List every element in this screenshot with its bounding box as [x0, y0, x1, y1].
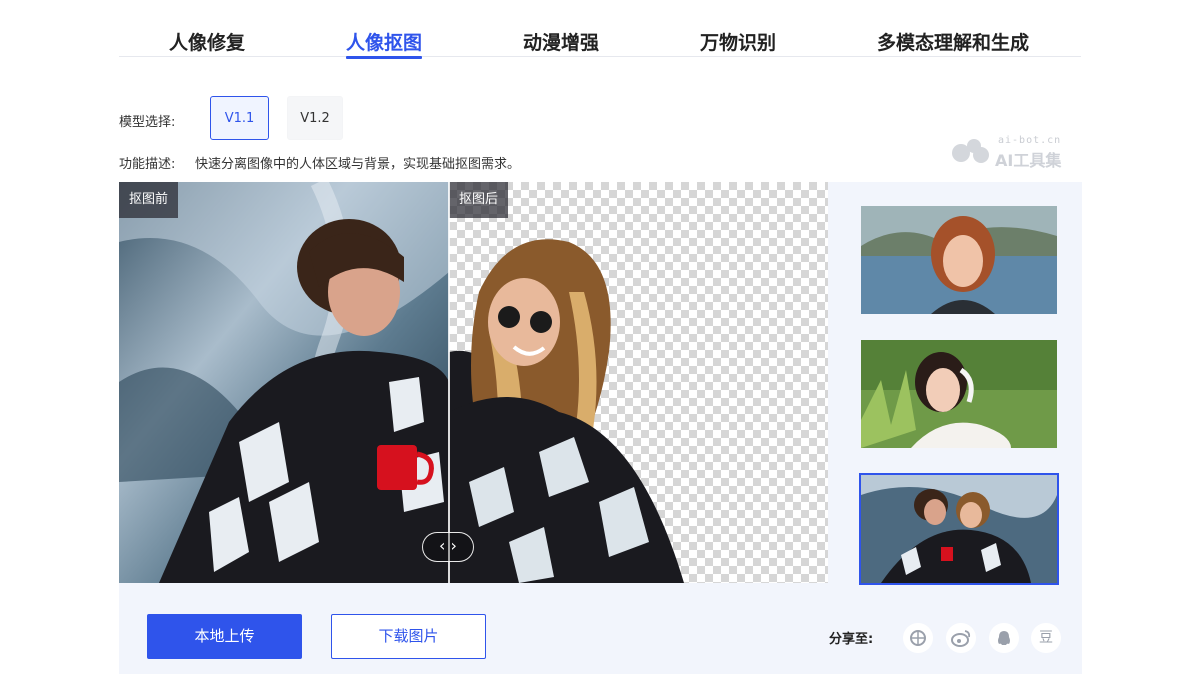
model-v1-2-button[interactable]: V1.2 [287, 96, 343, 140]
share-label: 分享至: [829, 632, 874, 647]
moments-icon[interactable] [903, 623, 933, 653]
model-v1-1-button[interactable]: V1.1 [210, 96, 269, 140]
tab-object-recognition[interactable]: 万物识别 [700, 28, 776, 55]
description-text: 快速分离图像中的人体区域与背景，实现基础抠图需求。 [195, 157, 521, 172]
watermark-brand: AI工具集 [995, 151, 1062, 170]
left-right-arrows-icon: ‹ › [439, 536, 457, 555]
after-image [449, 182, 828, 583]
douban-icon[interactable]: 豆 [1031, 623, 1061, 653]
model-select-label: 模型选择: [119, 115, 176, 130]
compare-divider [448, 182, 450, 583]
download-button[interactable]: 下载图片 [331, 614, 486, 659]
function-tabs: 人像修复 人像抠图 动漫增强 万物识别 多模态理解和生成 [119, 0, 1081, 59]
watermark-logo-icon [952, 139, 989, 163]
after-tag: 抠图后 [449, 182, 509, 218]
thumbnail-2[interactable] [861, 340, 1057, 448]
qq-icon[interactable] [989, 623, 1019, 653]
watermark-url: ai-bot.cn [998, 135, 1062, 146]
before-tag: 抠图前 [119, 182, 179, 218]
tab-anime-enhancement[interactable]: 动漫增强 [523, 28, 599, 55]
comparison-stage: 抠图前 抠图后 ‹ › [119, 182, 828, 583]
tab-portrait-restoration[interactable]: 人像修复 [169, 28, 245, 55]
tab-multimodal[interactable]: 多模态理解和生成 [877, 28, 1029, 55]
upload-button[interactable]: 本地上传 [147, 614, 302, 659]
compare-slider-handle[interactable]: ‹ › [422, 532, 474, 562]
thumbnail-3[interactable] [859, 473, 1059, 585]
weibo-icon[interactable] [946, 623, 976, 653]
tab-portrait-matting[interactable]: 人像抠图 [346, 28, 423, 59]
description-label: 功能描述: [119, 157, 176, 172]
before-image [119, 182, 449, 583]
thumbnail-1[interactable] [861, 206, 1057, 314]
